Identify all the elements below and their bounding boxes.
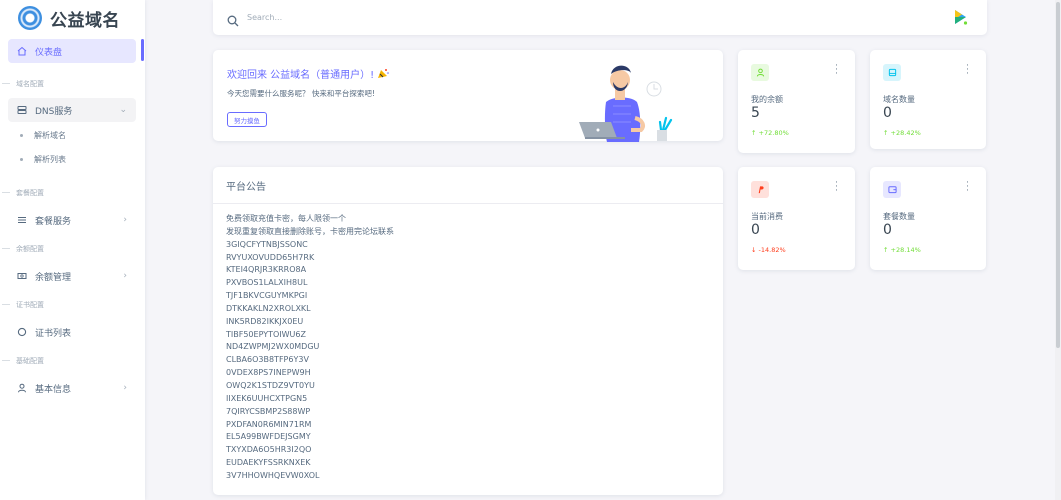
notice-line: 0VDEX8PS7INEPW9H: [226, 368, 311, 378]
stat-value: 0: [751, 222, 760, 238]
chevron-right-icon: ›: [123, 383, 127, 393]
more-options-icon[interactable]: · · ·: [835, 62, 838, 79]
notice-line: PXVBOS1LALXIH8UL: [226, 278, 308, 288]
paypal-icon: [751, 181, 769, 198]
sidebar-item-cert-list[interactable]: 证书列表: [8, 320, 136, 344]
menu-icon: [17, 215, 27, 225]
notice-body: 免费领取充值卡密，每人限领一个 发现重复领取直接删除账号，卡密用完论坛联系 3G…: [226, 213, 394, 483]
notice-line: RVYUXOVUDD65H7RK: [226, 252, 315, 262]
notice-line: 3V7HHOWHQEVW0XOL: [226, 470, 320, 480]
notice-line: OWQ2K1STDZ9VT0YU: [226, 380, 315, 390]
stat-change: ↓ -14.82%: [751, 246, 786, 254]
notice-line: EL5A99BWFDEJSGMY: [226, 432, 311, 442]
sidebar-item-label: 余额管理: [35, 272, 72, 283]
notice-line: TIBF50EPYTOIWU6Z: [226, 329, 306, 339]
party-icon: [377, 68, 390, 82]
avatar[interactable]: [950, 7, 970, 27]
stat-label: 套餐数量: [883, 212, 915, 221]
arrow-up-icon: ↑: [883, 129, 889, 137]
search-input[interactable]: [247, 13, 547, 22]
notice-line: PXDFAN0R6MIN71RM: [226, 419, 312, 429]
stat-card-balance[interactable]: · · · 我的余额 5 ↑ +72.80%: [738, 50, 855, 153]
user-icon: [751, 64, 769, 81]
man-with-laptop-illustration: [579, 65, 673, 142]
notice-line: 7QIRYCSBMP2S88WP: [226, 406, 311, 416]
welcome-subtitle: 今天您需要什么服务呢？ 快来和平台探索吧!: [227, 89, 375, 98]
more-options-icon[interactable]: · · ·: [966, 179, 969, 196]
sidebar-item-package-service[interactable]: 套餐服务 ›: [8, 208, 136, 232]
brand-name: 公益域名: [50, 10, 120, 31]
welcome-title: 欢迎回来 公益域名（普通用户）!: [227, 66, 390, 82]
sidebar-item-basic-info[interactable]: 基本信息 ›: [8, 376, 136, 400]
notice-line: INK5RD82IKKJX0EU: [226, 316, 304, 326]
stat-change: ↑ +72.80%: [751, 129, 789, 137]
notice-line: DTKKAKLN2XROLXKL: [226, 303, 311, 313]
stat-label: 域名数量: [883, 95, 915, 104]
wallet-icon: [883, 181, 901, 198]
server-icon: [17, 105, 27, 115]
stat-value: 0: [883, 222, 892, 238]
section-label-cert: 证书配置: [0, 300, 145, 310]
page-scrollbar[interactable]: [1055, 0, 1061, 500]
notice-line: TXYXDA6O5HR3I2QO: [226, 445, 312, 455]
sidebar-item-dashboard[interactable]: 仪表盘: [8, 39, 136, 63]
welcome-action-button[interactable]: 努力摸鱼: [227, 112, 267, 127]
sidebar-item-label: 基本信息: [35, 384, 72, 395]
sidebar-item-label: 套餐服务: [35, 216, 72, 227]
storage-icon: [883, 64, 901, 81]
home-icon: [17, 46, 27, 56]
stat-label: 当前消费: [751, 212, 783, 221]
section-label-balance: 余额配置: [0, 244, 145, 254]
sidebar-item-label: DNS服务: [35, 106, 73, 117]
top-navbar: [213, 0, 987, 35]
sidebar-item-label: 仪表盘: [35, 47, 63, 58]
stat-value: 5: [751, 105, 760, 121]
more-options-icon[interactable]: · · ·: [835, 179, 838, 196]
notice-line: TJF1BKVCGUYMKPGI: [226, 291, 308, 301]
stat-value: 0: [883, 105, 892, 121]
brand[interactable]: 公益域名: [0, 0, 145, 36]
arrow-down-icon: ↓: [751, 246, 757, 254]
brand-logo-icon: [18, 6, 42, 30]
notice-line: 免费领取充值卡密，每人限领一个: [226, 214, 346, 223]
notice-line: ND4ZWPMJ2WX0MDGU: [226, 342, 320, 352]
notice-line: KTEI4QRJR3KRRO8A: [226, 265, 307, 275]
arrow-up-icon: ↑: [751, 129, 757, 137]
scrollbar-thumb[interactable]: [1056, 2, 1060, 348]
chevron-right-icon: ›: [123, 215, 127, 225]
notice-title: 平台公告: [213, 167, 723, 204]
user-icon: [17, 383, 27, 393]
stat-card-domain-count[interactable]: · · · 域名数量 0 ↑ +28.42%: [870, 50, 986, 149]
welcome-card: 欢迎回来 公益域名（普通用户）! 今天您需要什么服务呢？ 快来和平台探索吧! 努…: [213, 50, 723, 142]
section-label-basic: 基础配置: [0, 356, 145, 366]
sidebar-item-label: 证书列表: [35, 328, 72, 339]
notice-line: 发现重复领取直接删除账号，卡密用完论坛联系: [226, 226, 394, 236]
stat-change: ↑ +28.14%: [883, 246, 921, 254]
stat-card-current-spend[interactable]: · · · 当前消费 0 ↓ -14.82%: [738, 167, 855, 270]
active-indicator: [141, 39, 144, 61]
sidebar: 公益域名 仪表盘 域名配置 DNS服务 ⌄ 解析域名 解析列表 套餐配置 套餐服…: [0, 0, 145, 500]
sidebar-item-dns-service[interactable]: DNS服务 ⌄: [8, 98, 136, 122]
section-label-package: 套餐配置: [0, 188, 145, 198]
more-options-icon[interactable]: · · ·: [966, 62, 969, 79]
section-label-domain: 域名配置: [0, 79, 145, 89]
cash-icon: [17, 271, 27, 281]
chevron-right-icon: ›: [123, 271, 127, 281]
stat-change: ↑ +28.42%: [883, 129, 921, 137]
arrow-up-icon: ↑: [883, 246, 889, 254]
notice-card: 平台公告 免费领取充值卡密，每人限领一个 发现重复领取直接删除账号，卡密用完论坛…: [213, 167, 723, 495]
notice-line: CLBA6O3B8TFP6Y3V: [226, 355, 309, 365]
search-icon[interactable]: [227, 12, 239, 26]
notice-line: 3GIQCFYTNBJSSONC: [226, 239, 308, 249]
notice-line: EUDAEKYFSSRKNXEK: [226, 458, 311, 468]
stat-card-package-count[interactable]: · · · 套餐数量 0 ↑ +28.14%: [870, 167, 986, 270]
sidebar-subitem-resolve-list[interactable]: 解析列表: [0, 152, 145, 166]
sidebar-item-balance-manage[interactable]: 余额管理 ›: [8, 264, 136, 288]
circle-icon: [17, 327, 27, 337]
chevron-down-icon: ⌄: [119, 105, 127, 115]
notice-line: IIXEK6UUHCXTPGN5: [226, 393, 308, 403]
sidebar-subitem-resolve-domain[interactable]: 解析域名: [0, 128, 145, 142]
stat-label: 我的余额: [751, 95, 783, 104]
